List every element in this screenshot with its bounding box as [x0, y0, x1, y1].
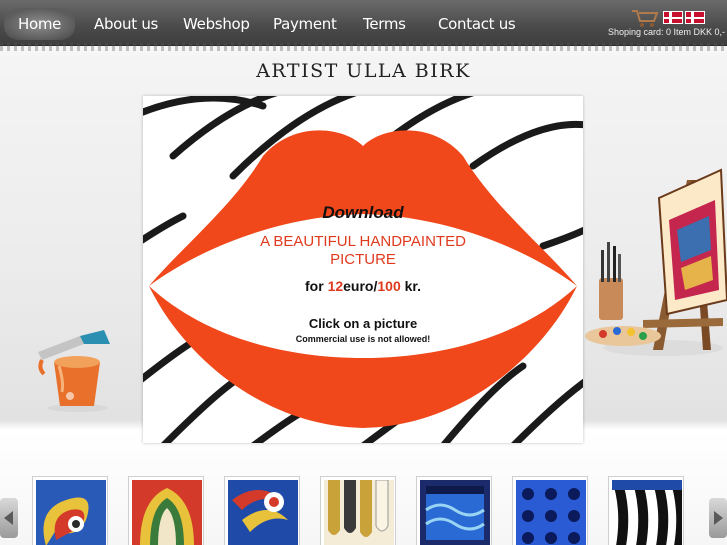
nav-payment[interactable]: Payment: [273, 10, 337, 38]
lips-painting-image: [143, 96, 583, 443]
painting-thumbnail[interactable]: [320, 476, 396, 545]
arrow-right-icon[interactable]: [709, 498, 727, 538]
price-kr-value: 100: [377, 278, 401, 294]
easel-with-paint-brushes-icon: [585, 168, 727, 356]
page-title: ARTIST ULLA BIRK: [256, 60, 471, 82]
shopping-cart-area: Shoping card: 0 Item DKK 0,-: [597, 4, 727, 44]
lower-lip-shape: [149, 286, 577, 428]
painting-thumbnail[interactable]: [512, 476, 588, 545]
nav-home[interactable]: Home: [4, 8, 76, 40]
painting-gallery-strip: [0, 468, 727, 545]
painting-thumbnail[interactable]: [224, 476, 300, 545]
painting-thumbnail[interactable]: [32, 476, 108, 545]
painting-thumbnail[interactable]: [128, 476, 204, 545]
danish-flag-icon[interactable]: [685, 11, 705, 24]
banner-subtitle: A BEAUTIFUL HANDPAINTED PICTURE: [260, 233, 466, 268]
top-navigation-bar: Home About us Webshop Payment Terms Cont…: [0, 0, 727, 51]
price-text: for 12euro/100 kr.: [143, 278, 583, 294]
shopping-cart-icon[interactable]: [631, 8, 659, 28]
cart-status-text[interactable]: Shoping card: 0 Item DKK 0,-: [608, 27, 725, 37]
price-for-label: for: [305, 278, 324, 294]
price-euro-unit: euro/: [343, 278, 378, 294]
price-euro-value: 12: [327, 278, 344, 294]
nav-webshop[interactable]: Webshop: [183, 10, 250, 38]
download-heading: Download: [322, 203, 404, 222]
nav-contact-us[interactable]: Contact us: [438, 10, 516, 38]
arrow-left-icon[interactable]: [0, 498, 18, 538]
danish-flag-icon[interactable]: [663, 11, 683, 24]
paint-bucket-icon: [38, 330, 110, 412]
nav-terms[interactable]: Terms: [363, 10, 406, 38]
click-instruction: Click on a picture: [308, 316, 418, 331]
painting-thumbnail[interactable]: [416, 476, 492, 545]
download-promo-banner[interactable]: Download A BEAUTIFUL HANDPAINTED PICTURE…: [143, 96, 583, 443]
price-kr-unit: kr.: [404, 278, 421, 294]
commercial-use-note: Commercial use is not allowed!: [295, 334, 431, 344]
painting-thumbnail[interactable]: [608, 476, 684, 545]
nav-about-us[interactable]: About us: [94, 10, 158, 38]
